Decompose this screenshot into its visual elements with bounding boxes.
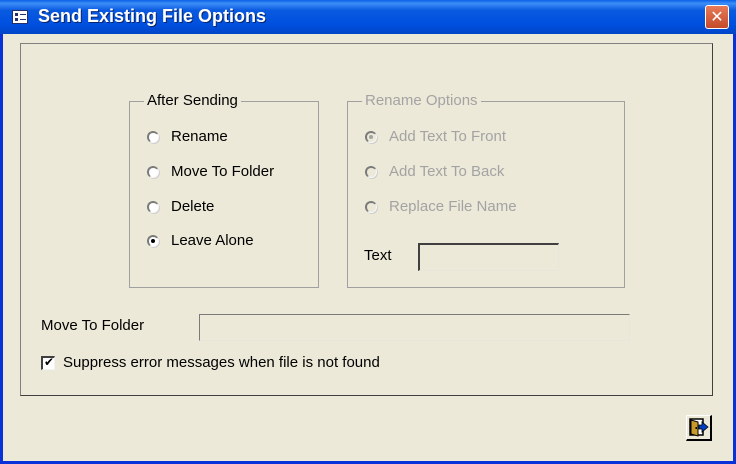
rename-options-label: Rename Options (362, 92, 481, 110)
options-panel: After Sending Rename Move To Folder Dele… (20, 43, 713, 396)
radio-move-to-folder[interactable]: Move To Folder (147, 163, 307, 183)
suppress-errors-label: Suppress error messages when file is not… (63, 354, 380, 371)
text-field-label: Text (364, 247, 392, 264)
exit-button[interactable] (686, 415, 712, 441)
close-icon: ✕ (710, 7, 724, 26)
radio-delete[interactable]: Delete (147, 198, 307, 218)
radio-add-text-front-label: Add Text To Front (389, 128, 507, 145)
radio-replace-file-name-button[interactable] (365, 201, 377, 213)
after-sending-label: After Sending (144, 92, 241, 110)
dialog-window: Send Existing File Options ✕ After Sendi… (0, 0, 736, 464)
move-to-folder-field[interactable] (199, 314, 630, 341)
close-button[interactable]: ✕ (705, 5, 729, 29)
radio-add-text-back-button[interactable] (365, 166, 377, 178)
move-to-folder-label: Move To Folder (41, 317, 145, 334)
radio-rename[interactable]: Rename (147, 128, 307, 148)
radio-delete-label: Delete (171, 198, 215, 215)
after-sending-group: After Sending Rename Move To Folder Dele… (129, 92, 319, 288)
radio-delete-button[interactable] (147, 201, 159, 213)
radio-replace-file-name-label: Replace File Name (389, 198, 517, 215)
radio-leave-alone[interactable]: Leave Alone (147, 232, 307, 252)
title-bar[interactable]: Send Existing File Options ✕ (0, 0, 736, 34)
exit-door-icon (689, 418, 709, 437)
rename-options-group: Rename Options Add Text To Front Add Tex… (347, 92, 625, 288)
radio-add-text-front[interactable]: Add Text To Front (365, 128, 585, 148)
radio-leave-alone-label: Leave Alone (171, 232, 254, 249)
radio-add-text-back-label: Add Text To Back (389, 163, 505, 180)
radio-replace-file-name[interactable]: Replace File Name (365, 198, 585, 218)
checkmark-icon: ✔ (44, 355, 55, 369)
radio-move-to-folder-label: Move To Folder (171, 163, 275, 180)
radio-move-to-folder-button[interactable] (147, 166, 159, 178)
radio-add-text-back[interactable]: Add Text To Back (365, 163, 585, 183)
form-icon (12, 10, 28, 24)
radio-leave-alone-button[interactable] (147, 235, 159, 247)
text-field[interactable] (418, 243, 559, 271)
window-title: Send Existing File Options (38, 6, 267, 26)
radio-rename-button[interactable] (147, 131, 159, 143)
radio-add-text-front-button[interactable] (365, 131, 377, 143)
radio-rename-label: Rename (171, 128, 228, 145)
suppress-errors-checkbox[interactable]: ✔ (41, 355, 55, 370)
